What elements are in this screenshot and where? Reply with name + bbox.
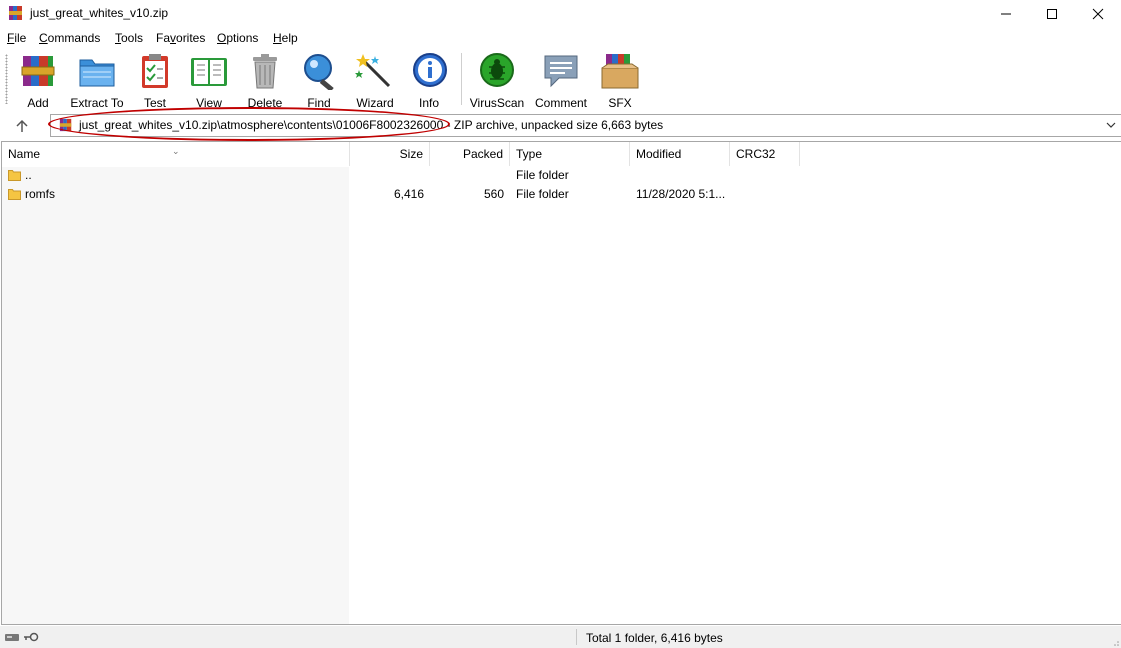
up-folder-icon[interactable] <box>14 118 30 134</box>
find-button[interactable]: Find <box>298 52 340 110</box>
name-column-shade <box>2 167 349 624</box>
menu-options[interactable]: Options <box>217 31 258 45</box>
sfx-button[interactable]: SFX <box>598 52 642 110</box>
key-icon[interactable] <box>23 630 39 644</box>
column-header-packed[interactable]: Packed <box>430 142 510 166</box>
menu-bar: File Commands Tools Favorites Options He… <box>0 28 1121 48</box>
table-row[interactable]: romfs 6,416 560 File folder 11/28/2020 5… <box>2 185 1121 204</box>
extract-to-button[interactable]: Extract To <box>68 52 126 110</box>
maximize-icon <box>1047 8 1057 19</box>
menu-favorites[interactable]: Favorites <box>156 31 205 45</box>
table-row[interactable]: .. File folder <box>2 166 1121 185</box>
extract-folder-icon <box>79 59 115 87</box>
menu-tools[interactable]: Tools <box>115 31 143 45</box>
test-clipboard-icon <box>142 54 168 88</box>
view-book-icon <box>191 58 227 86</box>
wizard-wand-icon <box>355 54 391 88</box>
wizard-button[interactable]: Wizard <box>352 52 398 110</box>
add-label: Add <box>27 96 49 110</box>
sfx-label: SFX <box>608 96 632 110</box>
drive-icon[interactable] <box>4 630 20 644</box>
archive-icon <box>59 118 72 132</box>
delete-trash-icon <box>253 54 277 89</box>
winrar-app-icon <box>9 6 22 20</box>
extract-to-label: Extract To <box>70 96 124 110</box>
menu-help[interactable]: Help <box>273 31 298 45</box>
info-button[interactable]: Info <box>410 52 448 110</box>
wizard-label: Wizard <box>356 96 394 110</box>
status-separator <box>576 629 577 645</box>
status-bar: Total 1 folder, 6,416 bytes <box>0 626 1121 648</box>
close-button[interactable] <box>1075 0 1121 27</box>
column-header-type[interactable]: Type <box>510 142 630 166</box>
test-button[interactable]: Test <box>134 52 176 110</box>
view-label: View <box>196 96 222 110</box>
column-header-size[interactable]: Size <box>350 142 430 166</box>
minimize-button[interactable] <box>983 0 1029 27</box>
column-header-modified[interactable]: Modified <box>630 142 730 166</box>
virusscan-label: VirusScan <box>469 96 525 110</box>
sfx-box-icon <box>601 54 639 89</box>
menu-commands[interactable]: Commands <box>39 31 100 45</box>
column-header-name[interactable]: Name ⌄ <box>2 142 350 166</box>
virusscan-button[interactable]: VirusScan <box>469 52 525 110</box>
add-archive-icon <box>21 56 55 86</box>
find-label: Find <box>307 96 331 110</box>
maximize-button[interactable] <box>1029 0 1075 27</box>
view-button[interactable]: View <box>186 52 232 110</box>
close-icon <box>1092 8 1104 19</box>
test-label: Test <box>143 96 166 110</box>
add-button[interactable]: Add <box>16 52 60 110</box>
address-bar[interactable]: just_great_whites_v10.zip\atmosphere\con… <box>50 114 1121 137</box>
resize-grip-icon[interactable] <box>1111 638 1119 646</box>
address-path: just_great_whites_v10.zip\atmosphere\con… <box>79 118 664 132</box>
find-magnifier-icon <box>304 54 334 92</box>
menu-file[interactable]: File <box>7 31 26 45</box>
virusscan-bug-icon <box>480 53 514 87</box>
delete-button[interactable]: Delete <box>244 52 286 110</box>
folder-icon <box>8 189 21 200</box>
toolbar-separator <box>461 53 462 105</box>
list-header: Name ⌄ Size Packed Type Modified CRC32 <box>2 142 1121 166</box>
toolbar-grip[interactable] <box>5 54 8 104</box>
file-list[interactable]: Name ⌄ Size Packed Type Modified CRC32 .… <box>1 141 1121 625</box>
minimize-icon <box>1001 13 1011 14</box>
chevron-down-icon[interactable] <box>1105 119 1117 131</box>
comment-button[interactable]: Comment <box>532 52 590 110</box>
info-label: Info <box>418 96 439 110</box>
comment-bubble-icon <box>544 55 578 88</box>
column-header-crc32[interactable]: CRC32 <box>730 142 800 166</box>
address-row: just_great_whites_v10.zip\atmosphere\con… <box>0 111 1121 140</box>
status-icons <box>4 630 39 647</box>
sort-chevron-icon: ⌄ <box>172 146 180 156</box>
folder-icon <box>8 170 21 181</box>
title-bar: just_great_whites_v10.zip <box>0 0 1121 27</box>
status-text: Total 1 folder, 6,416 bytes <box>586 631 723 645</box>
toolbar: Add Extract To Test View Delete Find Wiz… <box>0 49 1121 110</box>
info-icon <box>413 53 447 87</box>
comment-label: Comment <box>534 96 587 110</box>
window-title: just_great_whites_v10.zip <box>30 6 169 20</box>
delete-label: Delete <box>247 96 283 110</box>
